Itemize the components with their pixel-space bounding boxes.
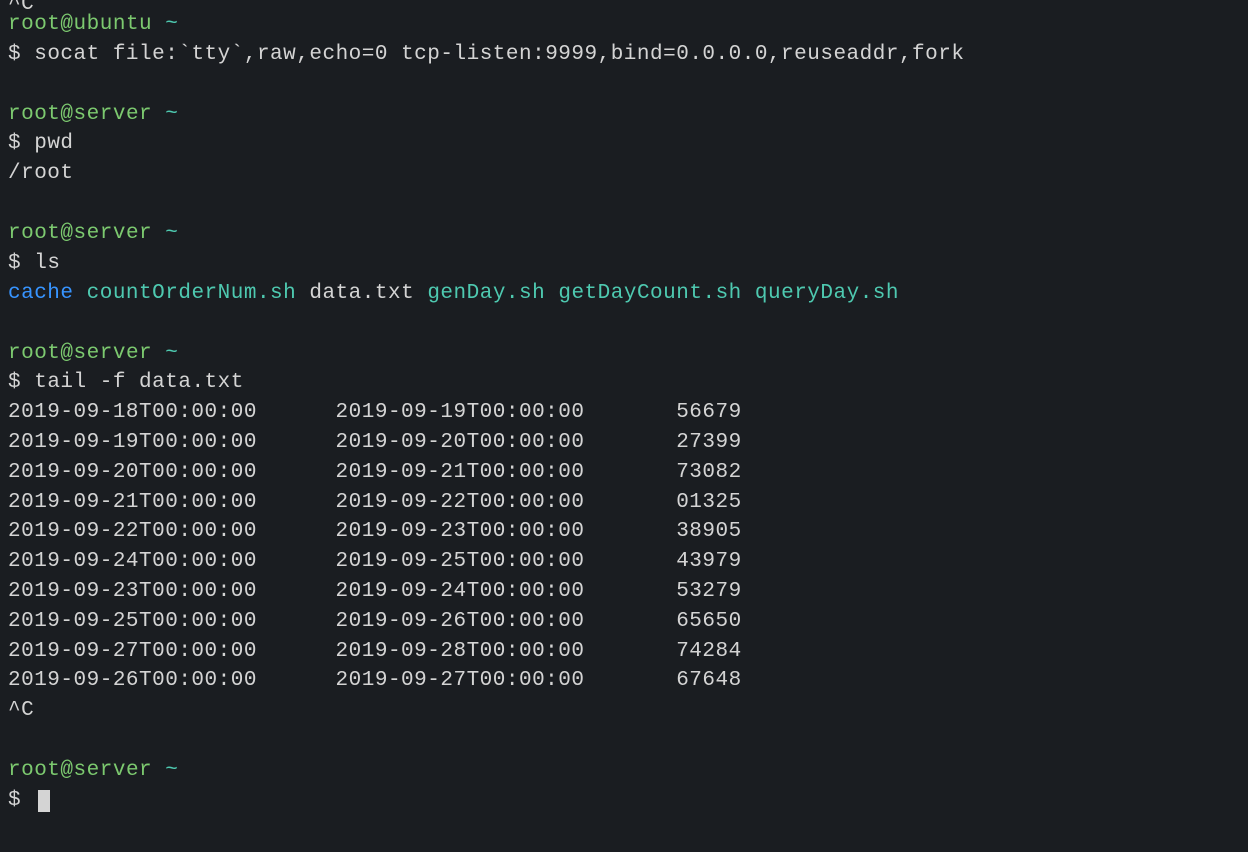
prompt-path: ~ — [165, 103, 178, 126]
command-text: ls — [34, 252, 60, 275]
ls-output: cache countOrderNum.sh data.txt genDay.s… — [8, 279, 1240, 309]
command-line[interactable]: $ ls — [8, 249, 1240, 279]
prompt-user: root — [8, 342, 60, 365]
data-row: 2019-09-25T00:00:00 2019-09-26T00:00:00 … — [8, 607, 1240, 637]
ls-item: cache — [8, 282, 74, 305]
prompt-path: ~ — [165, 342, 178, 365]
data-row: 2019-09-26T00:00:00 2019-09-27T00:00:00 … — [8, 666, 1240, 696]
prompt-at: @ — [60, 103, 73, 126]
command-line[interactable]: $ pwd — [8, 129, 1240, 159]
prompt-line: root@server ~ — [8, 756, 1240, 786]
prompt-at: @ — [60, 222, 73, 245]
data-row: 2019-09-22T00:00:00 2019-09-23T00:00:00 … — [8, 517, 1240, 547]
command-text: pwd — [34, 132, 73, 155]
cursor — [38, 790, 50, 812]
scrollback-fragment: ^C — [8, 0, 1240, 10]
prompt-path: ~ — [165, 759, 178, 782]
data-row: 2019-09-19T00:00:00 2019-09-20T00:00:00 … — [8, 428, 1240, 458]
ls-item: getDayCount.sh — [558, 282, 741, 305]
prompt-host: server — [74, 342, 153, 365]
prompt-path: ~ — [165, 222, 178, 245]
data-row: 2019-09-27T00:00:00 2019-09-28T00:00:00 … — [8, 637, 1240, 667]
prompt-at: @ — [60, 342, 73, 365]
prompt-host: server — [74, 759, 153, 782]
ls-item: data.txt — [309, 282, 414, 305]
prompt-line: root@server ~ — [8, 219, 1240, 249]
data-row: 2019-09-18T00:00:00 2019-09-19T00:00:00 … — [8, 398, 1240, 428]
data-row: 2019-09-24T00:00:00 2019-09-25T00:00:00 … — [8, 547, 1240, 577]
command-line[interactable]: $ socat file:`tty`,raw,echo=0 tcp-listen… — [8, 40, 1240, 70]
prompt-at: @ — [60, 759, 73, 782]
interrupt: ^C — [8, 696, 1240, 726]
command-line[interactable]: $ — [8, 786, 1240, 816]
prompt-user: root — [8, 13, 60, 36]
ls-item: genDay.sh — [427, 282, 545, 305]
data-row: 2019-09-23T00:00:00 2019-09-24T00:00:00 … — [8, 577, 1240, 607]
data-row: 2019-09-21T00:00:00 2019-09-22T00:00:00 … — [8, 488, 1240, 518]
prompt-host: ubuntu — [74, 13, 153, 36]
output-line: /root — [8, 159, 1240, 189]
ls-item: queryDay.sh — [755, 282, 899, 305]
prompt-user: root — [8, 222, 60, 245]
prompt-host: server — [74, 103, 153, 126]
prompt-host: server — [74, 222, 153, 245]
prompt-user: root — [8, 103, 60, 126]
prompt-user: root — [8, 759, 60, 782]
prompt-line: root@ubuntu ~ — [8, 10, 1240, 40]
command-text: socat file:`tty`,raw,echo=0 tcp-listen:9… — [34, 43, 964, 66]
ls-item: countOrderNum.sh — [87, 282, 297, 305]
prompt-path: ~ — [165, 13, 178, 36]
command-text: tail -f data.txt — [34, 371, 244, 394]
prompt-line: root@server ~ — [8, 100, 1240, 130]
command-line[interactable]: $ tail -f data.txt — [8, 368, 1240, 398]
data-row: 2019-09-20T00:00:00 2019-09-21T00:00:00 … — [8, 458, 1240, 488]
prompt-line: root@server ~ — [8, 339, 1240, 369]
prompt-at: @ — [60, 13, 73, 36]
